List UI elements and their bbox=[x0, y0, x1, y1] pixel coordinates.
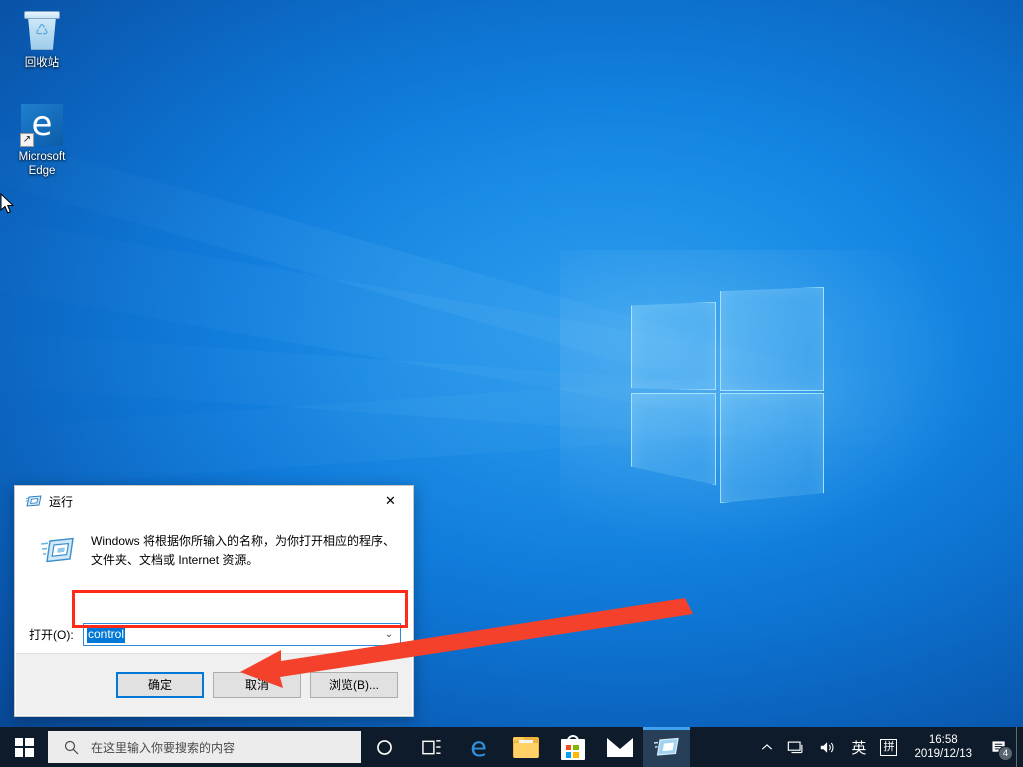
ok-button[interactable]: 确定 bbox=[116, 672, 204, 698]
run-icon bbox=[26, 493, 42, 509]
logo-pane-bottom-left bbox=[631, 393, 716, 485]
desktop-icon-microsoft-edge[interactable]: e ↗ Microsoft Edge bbox=[3, 100, 81, 178]
run-large-icon bbox=[41, 533, 75, 567]
clock-date: 2019/12/13 bbox=[914, 747, 972, 761]
notification-badge: 4 bbox=[998, 746, 1013, 761]
search-icon bbox=[64, 740, 79, 755]
volume-icon bbox=[819, 740, 837, 755]
dialog-footer: 确定 取消 浏览(B)... bbox=[16, 653, 412, 715]
ime-label: 英 bbox=[851, 737, 866, 758]
network-icon bbox=[787, 740, 805, 755]
tray-network-icon[interactable] bbox=[780, 727, 812, 767]
recycle-bin-icon: ♺ bbox=[3, 6, 81, 56]
browse-button[interactable]: 浏览(B)... bbox=[310, 672, 398, 698]
open-input-field[interactable]: control ⌄ bbox=[83, 623, 401, 646]
search-placeholder: 在这里输入你要搜索的内容 bbox=[91, 739, 235, 756]
taskbar[interactable]: 在这里输入你要搜索的内容 e bbox=[0, 727, 1023, 767]
show-desktop-button[interactable] bbox=[1016, 727, 1023, 767]
microsoft-edge-icon: e ↗ bbox=[3, 100, 81, 150]
chevron-up-icon bbox=[761, 743, 773, 752]
dialog-titlebar[interactable]: 运行 ✕ bbox=[15, 486, 413, 517]
taskbar-app-microsoft-edge[interactable]: e bbox=[455, 727, 502, 767]
clock[interactable]: 16:58 2019/12/13 bbox=[904, 727, 982, 767]
start-button[interactable] bbox=[0, 727, 48, 767]
notification-center-button[interactable]: 4 bbox=[982, 727, 1016, 767]
cancel-button[interactable]: 取消 bbox=[213, 672, 301, 698]
taskbar-app-cortana[interactable] bbox=[361, 727, 408, 767]
desktop-icon-label-line2: Edge bbox=[3, 164, 81, 178]
microsoft-edge-icon: e bbox=[470, 734, 487, 761]
dialog-title: 运行 bbox=[49, 493, 73, 510]
logo-pane-bottom-right bbox=[720, 393, 824, 503]
search-input[interactable]: 在这里输入你要搜索的内容 bbox=[48, 731, 361, 763]
tray-chevron-up-icon[interactable] bbox=[754, 727, 780, 767]
logo-pane-top-left bbox=[631, 302, 716, 390]
desktop-icon-recycle-bin[interactable]: ♺ 回收站 bbox=[3, 6, 81, 70]
windows-start-icon bbox=[15, 738, 34, 757]
open-field-label: 打开(O): bbox=[29, 626, 83, 643]
file-explorer-icon bbox=[513, 737, 539, 758]
tray-volume-icon[interactable] bbox=[812, 727, 844, 767]
taskbar-app-microsoft-store[interactable] bbox=[549, 727, 596, 767]
dialog-message: Windows 将根据你所输入的名称，为你打开相应的程序、文件夹、文档或 Int… bbox=[91, 531, 399, 570]
close-icon[interactable]: ✕ bbox=[368, 486, 413, 516]
logo-pane-top-right bbox=[720, 287, 824, 391]
shortcut-arrow-icon: ↗ bbox=[20, 133, 34, 147]
dialog-message-row: Windows 将根据你所输入的名称，为你打开相应的程序、文件夹、文档或 Int… bbox=[15, 531, 413, 570]
mail-icon bbox=[607, 738, 633, 757]
wallpaper-windows-logo bbox=[631, 285, 827, 500]
chevron-down-icon[interactable]: ⌄ bbox=[378, 624, 400, 645]
tray-ime-mode[interactable]: 拼 bbox=[873, 727, 904, 767]
run-icon bbox=[654, 737, 680, 757]
mouse-cursor bbox=[0, 193, 16, 215]
taskbar-app-mail[interactable] bbox=[596, 727, 643, 767]
tray-ime-language[interactable]: 英 bbox=[844, 727, 873, 767]
dialog-body: Windows 将根据你所输入的名称，为你打开相应的程序、文件夹、文档或 Int… bbox=[15, 517, 413, 667]
taskbar-app-run[interactable] bbox=[643, 727, 690, 767]
desktop-icon-label: 回收站 bbox=[3, 56, 81, 70]
open-field-row: 打开(O): control ⌄ bbox=[29, 623, 401, 646]
run-dialog[interactable]: 运行 ✕ Windows 将根据你所输入的名称，为你打开相应的程序、文件夹、文档… bbox=[14, 485, 414, 717]
open-input-value[interactable]: control bbox=[87, 626, 125, 643]
microsoft-store-icon bbox=[561, 735, 585, 760]
task-view-icon bbox=[420, 738, 443, 757]
clock-time: 16:58 bbox=[929, 733, 958, 747]
cortana-icon bbox=[375, 738, 394, 757]
pinyin-label: 拼 bbox=[880, 739, 897, 756]
taskbar-app-file-explorer[interactable] bbox=[502, 727, 549, 767]
taskbar-app-task-view[interactable] bbox=[408, 727, 455, 767]
system-tray[interactable]: 英 拼 16:58 2019/12/13 4 bbox=[754, 727, 1023, 767]
desktop-icon-label-line1: Microsoft bbox=[3, 150, 81, 164]
